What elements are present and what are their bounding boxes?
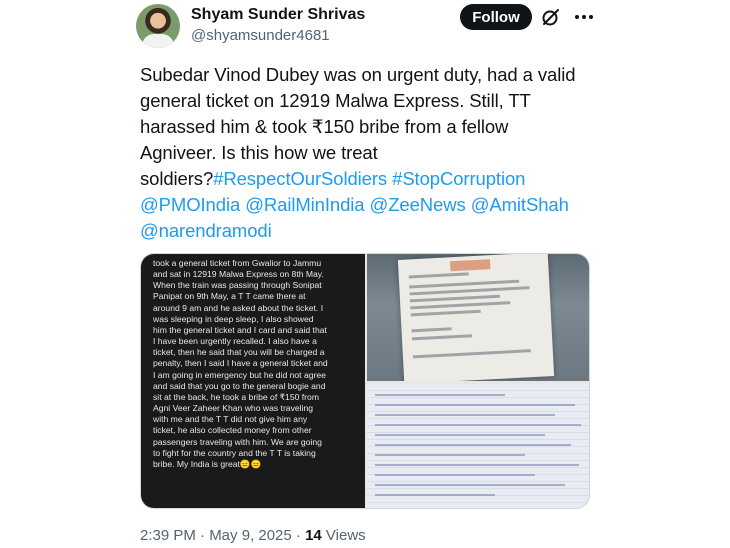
note-line: and sat in 12919 Malwa Express on 8th Ma…: [153, 269, 324, 280]
ticket-photo-image[interactable]: [367, 254, 589, 381]
receipt-photo-image[interactable]: [367, 384, 589, 508]
tweet-text: Subedar Vinod Dubey was on urgent duty, …: [140, 62, 600, 244]
author-handle[interactable]: @shyamsunder4681: [191, 27, 330, 44]
mention-link[interactable]: @narendramodi: [140, 220, 272, 241]
note-line: with me and the T T did not give him any: [153, 414, 308, 425]
ticket-paper: [397, 254, 555, 381]
tweet-line: soldiers?#RespectOurSoldiers #StopCorrup…: [140, 166, 600, 192]
mention-link[interactable]: @AmitShah: [471, 194, 569, 215]
note-line: ticket, he also collected money from oth…: [153, 425, 312, 436]
hashtag-link[interactable]: #RespectOurSoldiers: [213, 168, 387, 189]
mention-link[interactable]: @ZeeNews: [370, 194, 466, 215]
note-line: to fight for the country and the T T is …: [153, 447, 316, 458]
tweet-line: @PMOIndia @RailMinIndia @ZeeNews @AmitSh…: [140, 192, 600, 218]
note-line: When the train was passing through Sonip…: [153, 280, 322, 291]
tweet-meta: 2:39 PM · May 9, 2025 · 14 Views: [140, 527, 366, 544]
note-line: was sleeping in deep sleep, I also showe…: [153, 313, 314, 324]
note-line: penalty, then I said I have a general ti…: [153, 358, 328, 369]
follow-button[interactable]: Follow: [460, 4, 532, 30]
views-count: 14: [305, 527, 322, 544]
tweet-line: harassed him & took ₹150 bribe from a fe…: [140, 116, 509, 137]
tweet-line-text: soldiers?: [140, 168, 214, 189]
author-display-name[interactable]: Shyam Sunder Shrivas: [191, 6, 365, 24]
note-line: Agni Veer Zaheer Khan who was traveling: [153, 403, 314, 414]
more-options-icon[interactable]: [573, 7, 595, 27]
mention-link[interactable]: @PMOIndia: [140, 194, 240, 215]
grok-icon[interactable]: [541, 7, 561, 27]
views-label: Views: [321, 527, 366, 544]
note-line: around 9 am and he asked about the ticke…: [153, 302, 324, 313]
timestamp-link[interactable]: 2:39 PM · May 9, 2025 ·: [140, 527, 305, 544]
note-line: passengers traveling with him. We are go…: [153, 436, 322, 447]
note-line: sit at the back, he took a bribe of ₹150…: [153, 391, 319, 402]
hashtag-link[interactable]: #StopCorruption: [392, 168, 525, 189]
note-line: and said that you go to the general bogi…: [153, 380, 326, 391]
note-line: took a general ticket from Gwalior to Ja…: [153, 258, 322, 268]
tweet-line: @narendramodi: [140, 218, 600, 244]
note-line: bribe. My India is great😑😑: [153, 458, 262, 469]
note-line: I have been urgently recalled. I also ha…: [153, 336, 317, 347]
tweet: Shyam Sunder Shrivas @shyamsunder4681 Fo…: [0, 0, 730, 548]
note-line: him the general ticket and I card and sa…: [153, 324, 327, 335]
tweet-line: Subedar Vinod Dubey was on urgent duty, …: [140, 64, 576, 85]
note-line: Panipat on 9th May, a T T came there at: [153, 291, 306, 302]
media-grid: took a general ticket from Gwalior to Ja…: [140, 253, 590, 509]
tweet-line: general ticket on 12919 Malwa Express. S…: [140, 90, 531, 111]
note-screenshot-image[interactable]: took a general ticket from Gwalior to Ja…: [141, 254, 365, 508]
note-line: ticket, then he said that you will be ch…: [153, 347, 325, 358]
tweet-line: Agniveer. Is this how we treat: [140, 142, 378, 163]
mention-link[interactable]: @RailMinIndia: [245, 194, 364, 215]
receipt-paper: [367, 384, 589, 508]
note-line: I am going in emergency but he did not a…: [153, 369, 326, 380]
avatar[interactable]: [136, 4, 180, 48]
note-text: took a general ticket from Gwalior to Ja…: [153, 258, 363, 470]
